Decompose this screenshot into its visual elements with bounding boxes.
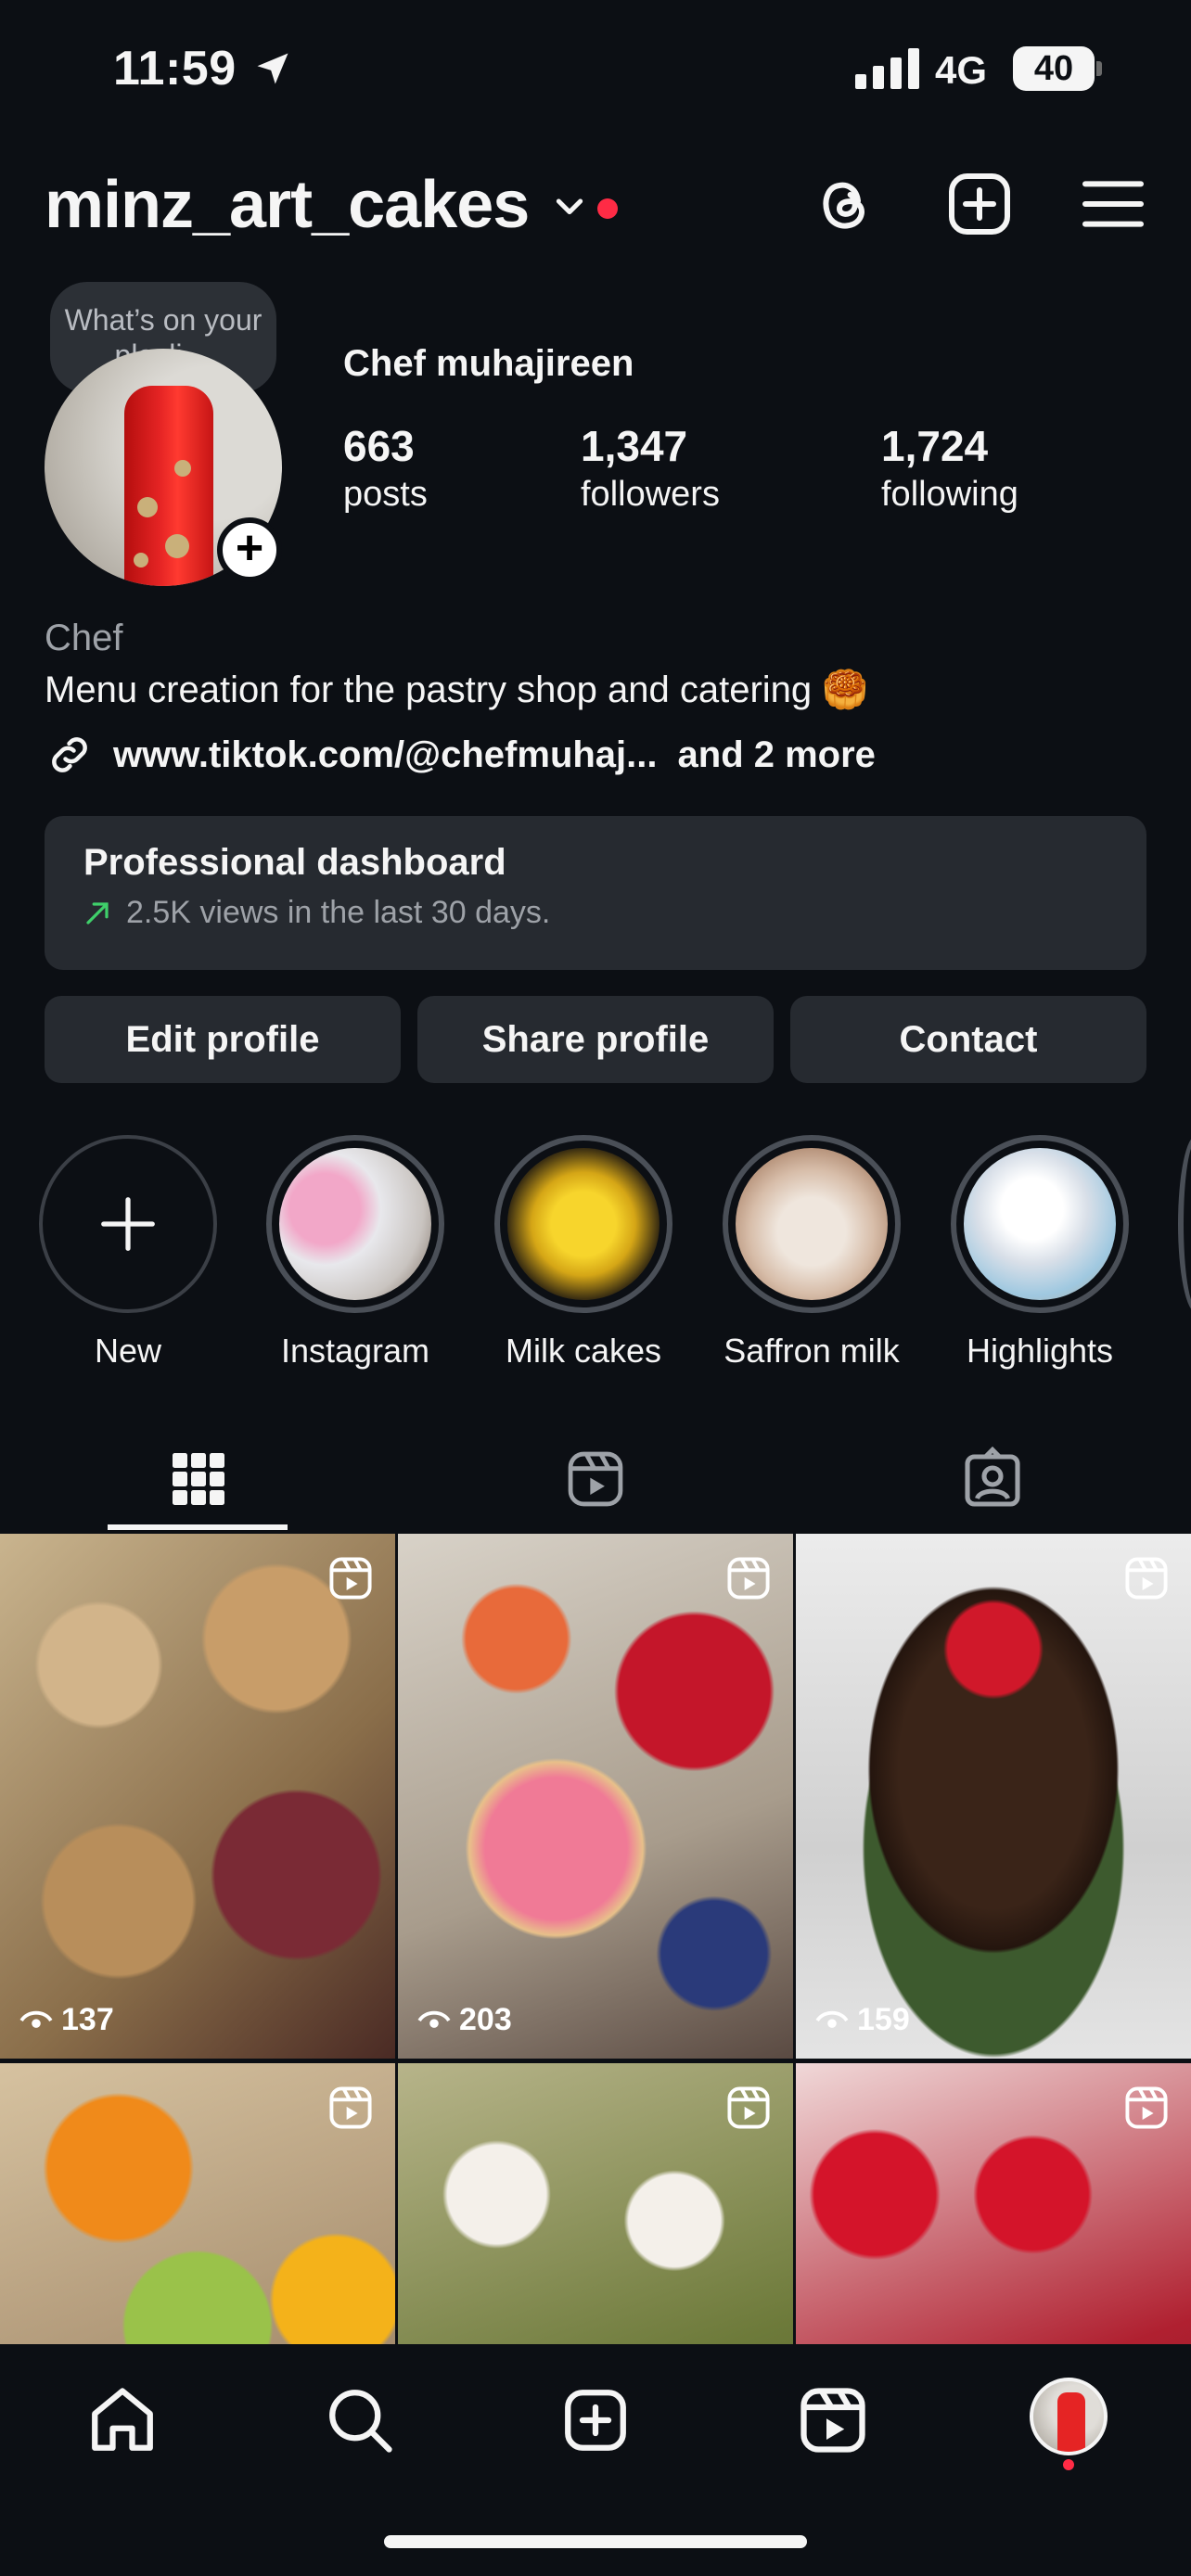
- search-icon[interactable]: [321, 2381, 399, 2459]
- create-icon[interactable]: [557, 2381, 634, 2459]
- menu-icon[interactable]: [1076, 167, 1150, 241]
- post-thumbnail[interactable]: 137: [0, 1534, 395, 2059]
- highlight-label: Saffron milk: [724, 1332, 900, 1370]
- grid-icon: [173, 1453, 224, 1505]
- location-arrow-icon: [257, 53, 288, 84]
- highlight-highlights[interactable]: Highlights: [947, 1135, 1133, 1371]
- eye-icon: [417, 2010, 451, 2028]
- highlight-instagram[interactable]: Instagram: [263, 1135, 448, 1371]
- bio-links[interactable]: www.tiktok.com/@chefmuhaj... and 2 more: [45, 729, 876, 781]
- reel-badge-icon: [1125, 2086, 1168, 2129]
- status-time: 11:59: [113, 42, 237, 96]
- reel-badge-icon: [1125, 1557, 1168, 1600]
- post-thumbnail[interactable]: [398, 2063, 793, 2344]
- share-profile-button[interactable]: Share profile: [417, 996, 774, 1083]
- professional-dashboard[interactable]: Professional dashboard 2.5K views in the…: [45, 816, 1146, 970]
- chevron-down-icon[interactable]: [551, 187, 588, 224]
- view-count: 203: [416, 2002, 512, 2038]
- notification-dot: [597, 198, 618, 219]
- battery-icon: 40: [1013, 46, 1102, 91]
- highlight-label: Highlights: [966, 1332, 1114, 1370]
- reel-badge-icon: [727, 2086, 770, 2129]
- posts-count[interactable]: 663 posts: [343, 421, 428, 515]
- highlight-label: New: [94, 1332, 162, 1370]
- edit-profile-button[interactable]: Edit profile: [45, 996, 401, 1083]
- following-count[interactable]: 1,724 following: [881, 421, 1018, 515]
- post-thumbnail[interactable]: 203: [398, 1534, 793, 2059]
- home-icon[interactable]: [83, 2381, 161, 2459]
- posts-grid: 137 203 159: [0, 1534, 1191, 2344]
- eye-icon: [19, 2010, 53, 2028]
- create-post-icon[interactable]: [942, 167, 1017, 241]
- post-thumbnail[interactable]: [796, 2063, 1191, 2344]
- view-count: 159: [814, 2002, 910, 2038]
- profile-avatar[interactable]: +: [45, 349, 282, 586]
- post-thumbnail[interactable]: 159: [796, 1534, 1191, 2059]
- highlight-new[interactable]: New: [35, 1135, 221, 1371]
- tagged-person-icon: [965, 1446, 1020, 1507]
- reel-badge-icon: [329, 2086, 372, 2129]
- threads-icon[interactable]: [807, 167, 881, 241]
- contact-button[interactable]: Contact: [790, 996, 1146, 1083]
- network-type: 4G: [935, 48, 988, 92]
- followers-count[interactable]: 1,347 followers: [581, 421, 720, 515]
- profile-bio: Menu creation for the pastry shop and ca…: [45, 670, 869, 710]
- dashboard-title: Professional dashboard: [83, 842, 506, 883]
- tab-reels[interactable]: [397, 1424, 794, 1534]
- reel-badge-icon: [727, 1557, 770, 1600]
- bio-link-more[interactable]: and 2 more: [678, 734, 876, 776]
- plus-icon: +: [235, 521, 264, 575]
- profile-category: Chef: [45, 618, 123, 658]
- plus-icon: [101, 1197, 155, 1251]
- dashboard-subtitle: 2.5K views in the last 30 days.: [126, 895, 551, 930]
- username-switcher[interactable]: minz_art_cakes: [45, 167, 530, 243]
- view-count: 137: [19, 2002, 114, 2038]
- profile-tabs: [0, 1424, 1191, 1534]
- trend-up-arrow-icon: [86, 901, 109, 925]
- home-indicator: [384, 2535, 807, 2548]
- bio-link-text[interactable]: www.tiktok.com/@chefmuhaj...: [113, 734, 658, 776]
- battery-level: 40: [1033, 49, 1074, 88]
- tab-posts-grid[interactable]: [0, 1424, 397, 1534]
- signal-icon: [855, 48, 919, 89]
- reels-icon[interactable]: [794, 2381, 872, 2459]
- eye-icon: [815, 2010, 849, 2028]
- link-icon: [52, 737, 87, 772]
- highlight-milk-cakes[interactable]: Milk cakes: [491, 1135, 676, 1371]
- highlight-label: Instagram: [280, 1332, 430, 1370]
- add-story-button[interactable]: +: [217, 517, 282, 582]
- post-thumbnail[interactable]: [0, 2063, 395, 2344]
- reel-badge-icon: [329, 1557, 372, 1600]
- highlight-saffron-milk[interactable]: Saffron milk: [719, 1135, 904, 1371]
- profile-avatar-tab[interactable]: [1030, 2378, 1108, 2455]
- highlight-label: Milk cakes: [505, 1332, 662, 1370]
- reels-icon: [568, 1451, 623, 1507]
- active-tab-indicator: [108, 1524, 288, 1530]
- display-name: Chef muhajireen: [343, 343, 634, 384]
- highlight-partial[interactable]: [1178, 1135, 1191, 1313]
- profile-header: minz_art_cakes: [0, 158, 1191, 250]
- profile-notification-dot: [1063, 2459, 1074, 2470]
- tab-tagged[interactable]: [794, 1424, 1191, 1534]
- status-bar: 11:59 4G 40: [0, 0, 1191, 139]
